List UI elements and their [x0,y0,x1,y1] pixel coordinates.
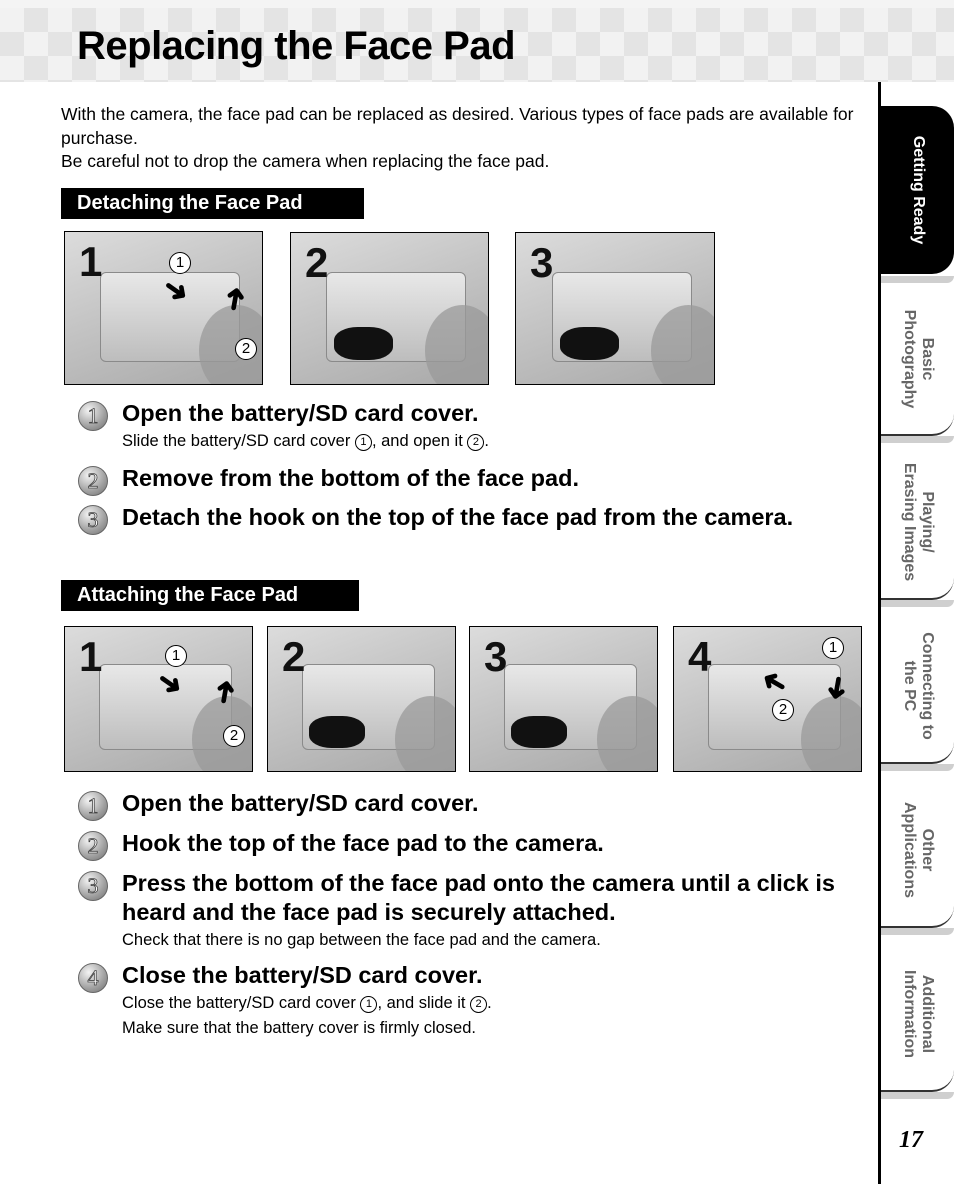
intro-paragraph: With the camera, the face pad can be rep… [61,104,854,148]
step-item: 2 Hook the top of the face pad to the ca… [78,829,868,861]
step-item: 2 Remove from the bottom of the face pad… [78,464,798,496]
intro-paragraph: Be careful not to drop the camera when r… [61,151,550,171]
photo-number: 2 [305,239,329,286]
step-title: Remove from the bottom of the face pad. [122,465,579,491]
photo-number: 4 [688,633,712,680]
tab-getting-ready[interactable]: Getting Ready [881,106,954,283]
photo-number: 1 [79,633,103,680]
step-note: Close the battery/SD card cover 1, and s… [122,994,492,1013]
photo-number: 3 [530,239,554,286]
tab-label: Other Applications [900,801,936,899]
intro-text: With the camera, the face pad can be rep… [61,103,866,174]
detach-steps: 1 Open the battery/SD card cover. Slide … [78,399,798,535]
tab-label: Additional Information [900,970,936,1058]
step-number-icon: 1 [78,791,108,821]
section-heading-detaching: Detaching the Face Pad [61,188,364,219]
tab-label: Connecting to the PC [900,632,936,740]
step-number-icon: 2 [78,466,108,496]
attach-steps: 1 Open the battery/SD card cover. 2 Hook… [78,789,868,1040]
tab-connecting-to-pc[interactable]: Connecting to the PC [881,610,954,771]
photo-detach-step-3: 3 [515,232,715,385]
step-title: Open the battery/SD card cover. [122,790,479,816]
photo-attach-step-1: 1 1 2 ➜ ➜ [64,626,253,772]
tab-basic-photography[interactable]: Basic Photography [881,284,954,443]
step-number-icon: 3 [78,505,108,535]
step-item: 4 Close the battery/SD card cover. Close… [78,961,868,1040]
step-number-icon: 2 [78,831,108,861]
callout-2: 2 [235,338,257,360]
tab-other-applications[interactable]: Other Applications [881,774,954,935]
arrow-icon: ➜ [818,672,856,704]
photo-detach-step-2: 2 [290,232,489,385]
tab-label: Basic Photography [900,309,936,409]
step-item: 1 Open the battery/SD card cover. [78,789,868,821]
tab-additional-information[interactable]: Additional Information [881,938,954,1099]
circled-number-icon: 1 [354,434,372,451]
step-title: Open the battery/SD card cover. [122,400,479,426]
step-item: 3 Press the bottom of the face pad onto … [78,869,868,952]
tab-label: Playing/Erasing Images [900,462,936,582]
tab-playing-erasing-images[interactable]: Playing/Erasing Images [881,446,954,607]
step-title: Hook the top of the face pad to the came… [122,830,604,856]
arrow-icon: ➜ [206,676,244,708]
callout-1: 1 [822,637,844,659]
photo-number: 2 [282,633,306,680]
photo-number: 1 [79,238,103,285]
circled-number-icon: 2 [467,434,485,451]
step-title: Close the battery/SD card cover. [122,962,483,988]
photo-attach-step-3: 3 [469,626,658,772]
step-title: Press the bottom of the face pad onto th… [122,870,835,925]
circled-number-icon: 2 [470,996,488,1013]
step-title: Detach the hook on the top of the face p… [122,504,794,530]
step-note: Make sure that the battery cover is firm… [122,1019,476,1037]
step-number-icon: 3 [78,871,108,901]
page-title: Replacing the Face Pad [77,24,516,68]
photo-attach-step-4: 4 1 2 ➜ ➜ [673,626,862,772]
circled-number-icon: 1 [360,996,378,1013]
step-number-icon: 1 [78,401,108,431]
page-number: 17 [899,1127,923,1153]
photo-number: 3 [484,633,508,680]
arrow-icon: ➜ [216,283,254,315]
step-number-icon: 4 [78,963,108,993]
step-item: 1 Open the battery/SD card cover. Slide … [78,399,798,453]
callout-1: 1 [169,252,191,274]
section-heading-attaching: Attaching the Face Pad [61,580,359,611]
photo-attach-step-2: 2 [267,626,456,772]
step-item: 3 Detach the hook on the top of the face… [78,503,798,535]
tab-label: Getting Ready [909,135,927,245]
step-note: Check that there is no gap between the f… [122,931,601,949]
callout-2: 2 [223,725,245,747]
photo-detach-step-1: 1 1 2 ➜ ➜ [64,231,263,385]
step-note: Slide the battery/SD card cover 1, and o… [122,432,489,451]
